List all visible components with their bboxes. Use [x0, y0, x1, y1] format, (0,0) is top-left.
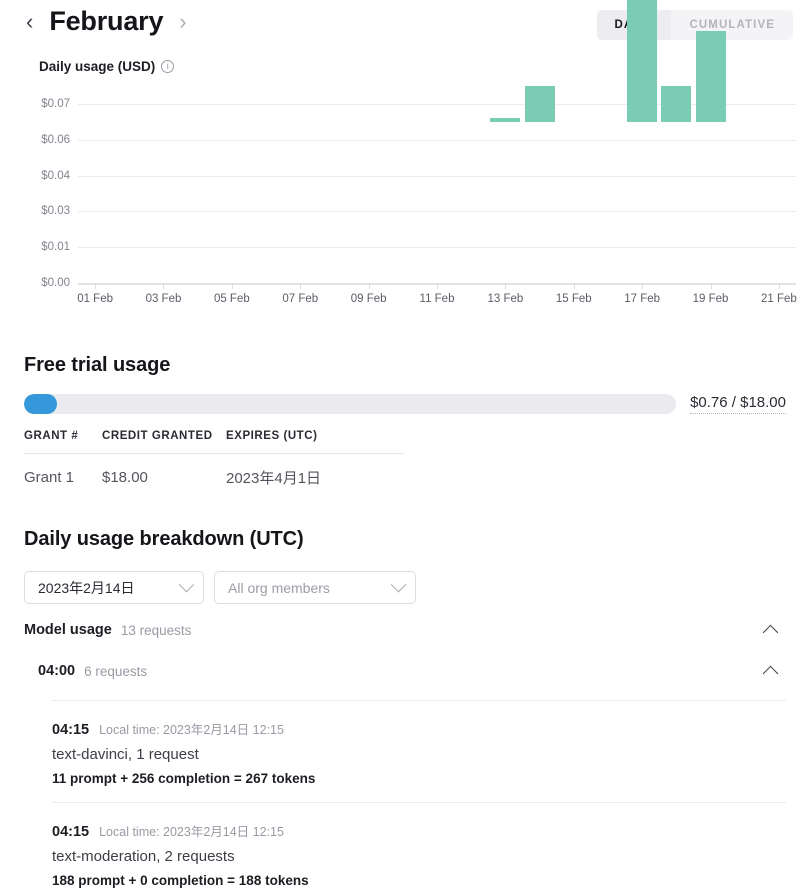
chart-bar[interactable] [661, 86, 692, 122]
x-axis-tick-label: 09 Feb [350, 293, 387, 305]
breakdown-heading: Daily usage breakdown (UTC) [24, 528, 304, 550]
cell-grant: Grant 1 [24, 469, 75, 486]
progress-bar-fill [24, 394, 57, 414]
next-month-button[interactable]: › [177, 10, 188, 33]
page-header: ‹ February › DAILY CUMULATIVE [0, 0, 810, 50]
free-trial-progress-row: $0.76 / $18.00 [24, 394, 786, 414]
y-axis-tick-label: $0.04 [41, 169, 70, 182]
entry-header: 04:15 Local time: 2023年2月14日 12:15 [52, 719, 786, 738]
model-usage-count: 13 requests [120, 622, 192, 638]
y-axis-tick-label: $0.00 [41, 277, 70, 289]
entry-local-time: Local time: 2023年2月14日 12:15 [99, 825, 284, 839]
cell-expires: 2023年4月1日 [226, 470, 322, 487]
progress-amount-label[interactable]: $0.76 / $18.00 [690, 394, 786, 414]
chart-bar[interactable] [695, 31, 726, 122]
x-axis-tick-label: 17 Feb [624, 293, 661, 305]
entry-tokens: 11 prompt + 256 completion = 267 tokens [52, 771, 316, 786]
chart-bar[interactable] [524, 86, 555, 122]
date-select-value: 2023年2月14日 [38, 579, 135, 596]
x-axis-tick [95, 283, 97, 289]
x-axis-tick [437, 283, 438, 289]
table-row: Grant 1 $18.00 2023年4月1日 [24, 454, 404, 489]
entry-local-time: Local time: 2023年2月14日 12:15 [99, 723, 284, 737]
y-axis-tick-label: $0.03 [41, 205, 70, 218]
x-axis-tick [505, 283, 507, 289]
entry-tokens: 188 prompt + 0 completion = 188 tokens [52, 873, 309, 888]
accordion-model-usage[interactable]: Model usage 13 requests [24, 622, 786, 640]
x-axis-tick [642, 283, 644, 289]
chevron-down-icon [178, 576, 195, 593]
page-title: February [49, 6, 164, 36]
entry-time: 04:15 [52, 722, 90, 738]
previous-month-button[interactable]: ‹ [24, 10, 35, 33]
chart-plot-area: 01 Feb 03 Feb 05 Feb 07 Feb 09 Feb 11 Feb 13 F… [77, 0, 797, 315]
grant-table-header-row: GRANT # CREDIT GRANTED EXPIRES (UTC) [24, 430, 404, 454]
accordion-hour-group[interactable]: 04:00 6 requests [24, 663, 786, 681]
x-axis-tick [231, 283, 233, 289]
column-header-grant: GRANT # [24, 430, 102, 454]
x-axis-tick-label: 21 Feb [760, 293, 797, 305]
x-axis-tick-label: 01 Feb [77, 293, 113, 305]
hour-group-label: 04:00 [38, 663, 76, 679]
chart-bar[interactable] [627, 0, 658, 122]
x-axis-tick-label: 11 Feb [419, 293, 455, 305]
x-axis-tick [368, 283, 370, 289]
daily-usage-chart: $0.07 $0.06 $0.04 $0.03 $0.01 $0.00 01 Feb 03 … [0, 0, 810, 315]
x-axis-tick [163, 283, 165, 289]
chart-title-text: Daily usage (USD) [39, 59, 156, 74]
model-usage-label: Model usage [24, 622, 112, 638]
x-axis-tick [778, 283, 780, 289]
x-axis-tick-label: 07 Feb [282, 293, 319, 305]
column-header-expires: EXPIRES (UTC) [226, 430, 404, 454]
chart-bar[interactable] [490, 118, 521, 122]
member-select-value: All org members [228, 579, 330, 596]
chart-title: Daily usage (USD) i [39, 59, 175, 74]
x-axis-tick-label: 03 Feb [145, 293, 182, 305]
cell-credit: $18.00 [102, 469, 148, 486]
chevron-up-icon[interactable] [762, 624, 779, 640]
month-navigator: ‹ February › [24, 6, 189, 37]
entry-model: text-moderation, 2 requests [52, 848, 235, 865]
x-axis-tick-label: 15 Feb [555, 293, 592, 305]
grant-table: GRANT # CREDIT GRANTED EXPIRES (UTC) Gra… [24, 430, 404, 488]
hour-group-count: 6 requests [84, 663, 148, 679]
entry-time: 04:15 [52, 824, 90, 840]
progress-bar-track [24, 394, 677, 414]
member-select[interactable]: All org members [214, 571, 416, 604]
x-axis-tick [710, 283, 712, 289]
usage-page: ‹ February › DAILY CUMULATIVE Daily usag… [0, 0, 810, 893]
x-axis-tick-label: 13 Feb [487, 293, 524, 305]
breakdown-filters: 2023年2月14日 All org members [24, 571, 416, 604]
entry-model: text-davinci, 1 request [52, 746, 199, 763]
x-axis-tick-label: 19 Feb [692, 293, 729, 305]
chevron-down-icon [390, 576, 407, 593]
column-header-credit: CREDIT GRANTED [102, 430, 226, 454]
date-select[interactable]: 2023年2月14日 [24, 571, 204, 604]
free-trial-heading: Free trial usage [24, 354, 171, 376]
x-axis-tick [573, 283, 575, 289]
x-axis-tick-label: 05 Feb [213, 293, 250, 305]
list-item: 04:15 Local time: 2023年2月14日 12:15 text-… [52, 700, 786, 786]
tab-cumulative[interactable]: CUMULATIVE [671, 10, 793, 40]
chevron-up-icon[interactable] [762, 665, 779, 681]
y-axis-tick-label: $0.06 [41, 133, 70, 146]
x-axis-tick [300, 283, 302, 289]
y-axis-tick-label: $0.01 [41, 241, 70, 254]
y-axis-tick-label: $0.07 [41, 98, 70, 110]
info-icon[interactable]: i [161, 60, 175, 73]
list-item: 04:15 Local time: 2023年2月14日 12:15 text-… [52, 802, 786, 888]
entry-header: 04:15 Local time: 2023年2月14日 12:15 [52, 821, 786, 840]
